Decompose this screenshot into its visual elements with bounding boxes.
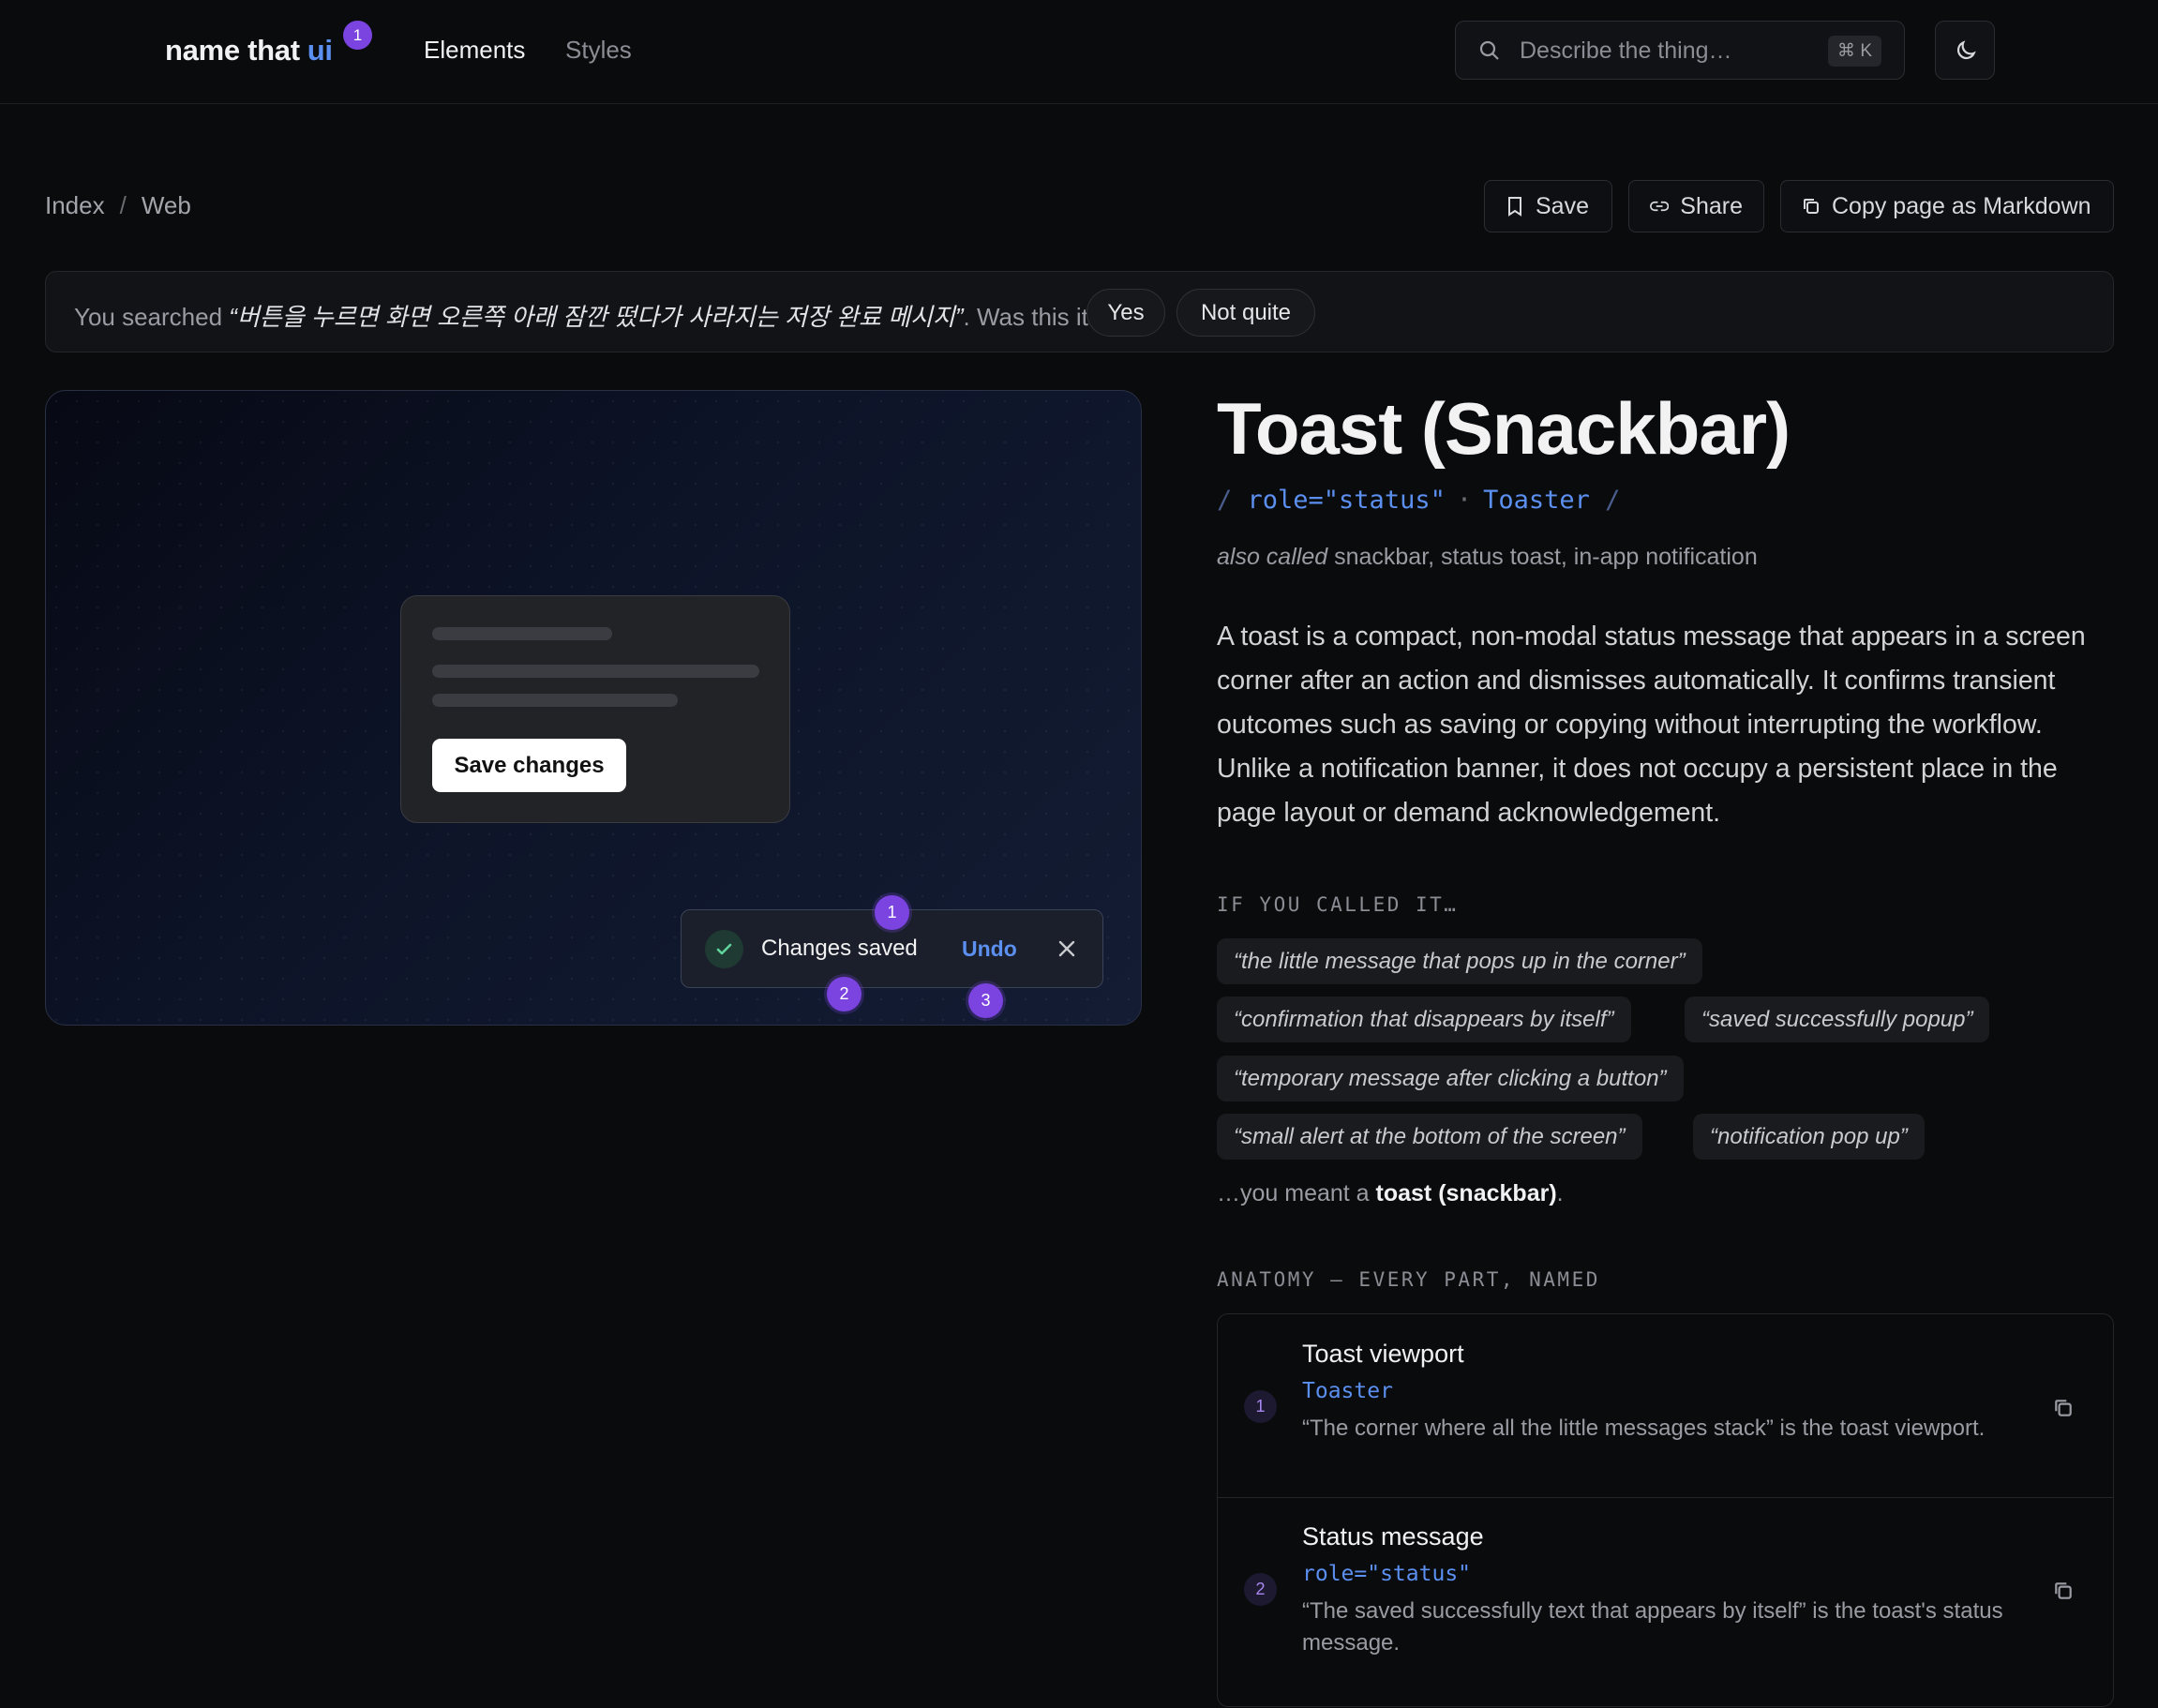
element-component: Toaster [1483,486,1590,515]
anatomy-number: 2 [1244,1573,1277,1606]
toast-undo-button[interactable]: Undo [962,936,1017,962]
phrase-chip: “saved successfully popup” [1685,996,1990,1042]
top-navigation: name that ui 1 Elements Styles Describe t… [0,0,2158,104]
nav-styles[interactable]: Styles [565,36,632,65]
share-button[interactable]: Share [1628,180,1764,232]
meant-prefix: …you meant a [1217,1180,1376,1206]
phrase-chip: “the little message that pops up in the … [1217,938,1702,984]
theme-toggle-button[interactable] [1935,21,1995,80]
anatomy-pin[interactable]: 2 [827,977,862,1011]
element-role: role="status" [1247,486,1446,515]
search-feedback-text: You searched “버튼을 누르면 화면 오른쪽 아래 잠깐 떴다가 사… [74,298,1101,333]
anatomy-item: 2 Status message role="status" “The save… [1218,1498,2113,1708]
close-icon[interactable] [1057,938,1077,959]
nav-elements[interactable]: Elements [424,36,525,65]
search-query: “버튼을 누르면 화면 오른쪽 아래 잠깐 떴다가 사라지는 저장 완료 메시지… [229,303,964,331]
anatomy-code: Toaster [1302,1379,1393,1403]
copy-icon [1804,199,1819,214]
phrase-chip: “confirmation that disappears by itself” [1217,996,1631,1042]
search-icon [1479,40,1499,60]
anatomy-note: “The corner where all the little message… [1302,1416,1986,1441]
anatomy-number: 1 [1244,1390,1277,1423]
logo[interactable]: name that ui [165,34,333,67]
logo-text: name that [165,34,300,67]
also-called-list: snackbar, status toast, in-app notificat… [1334,544,1758,570]
meant-term: toast (snackbar) [1375,1180,1557,1206]
placeholder-line [432,665,759,678]
search-placeholder: Describe the thing… [1520,37,1732,64]
phrase-chip: “small alert at the bottom of the screen… [1217,1114,1642,1160]
feedback-not-quite-button[interactable]: Not quite [1176,289,1315,337]
called-it-heading: IF YOU CALLED IT… [1217,893,1459,916]
copy-markdown-label: Copy page as Markdown [1832,192,2091,219]
phrase-chip: “notification pop up” [1693,1114,1925,1160]
feedback-prefix: You searched [74,303,230,331]
anatomy-pin[interactable]: 1 [875,895,909,930]
share-label: Share [1680,192,1743,219]
meant-suffix: . [1556,1180,1564,1206]
save-label: Save [1536,192,1589,219]
search-input[interactable]: Describe the thing… ⌘ K [1455,21,1905,80]
feedback-yes-button[interactable]: Yes [1086,289,1165,337]
page-title: Toast (Snackbar) [1217,387,1791,470]
check-icon [705,930,743,968]
copy-icon[interactable] [2053,1398,2074,1418]
breadcrumb-web[interactable]: Web [142,191,191,219]
save-changes-button[interactable]: Save changes [432,739,626,792]
search-feedback-bar: You searched “버튼을 누르면 화면 오른쪽 아래 잠깐 떴다가 사… [45,271,2114,352]
anatomy-list: 1 Toast viewport Toaster “The corner whe… [1217,1313,2114,1707]
logo-badge: 1 [343,21,372,50]
element-preview: Save changes Changes saved Undo 1 2 3 [45,390,1142,1026]
element-description: A toast is a compact, non-modal status m… [1217,622,2086,828]
anatomy-item: 1 Toast viewport Toaster “The corner whe… [1218,1314,2113,1497]
anatomy-pin[interactable]: 3 [968,983,1003,1018]
copy-icon[interactable] [2053,1581,2074,1601]
bookmark-icon [1508,197,1521,217]
copy-markdown-button[interactable]: Copy page as Markdown [1780,180,2114,232]
toast-message: Changes saved [761,936,918,961]
placeholder-line [432,627,612,640]
anatomy-name: Status message [1302,1522,1484,1551]
also-called: also called snackbar, status toast, in-a… [1217,544,1758,571]
code-slash: / [1217,486,1248,515]
save-button[interactable]: Save [1484,180,1612,232]
element-code-line: / role="status" · Toaster / [1217,486,1620,515]
moon-icon [1956,40,1976,60]
placeholder-line [432,694,678,707]
anatomy-name: Toast viewport [1302,1340,1464,1368]
breadcrumb: Index / Web [45,191,191,220]
anatomy-note: “The saved successfully text that appear… [1302,1598,2003,1656]
link-icon [1650,201,1670,212]
logo-accent: ui [307,34,333,67]
you-meant-line: …you meant a toast (snackbar). [1217,1180,1564,1207]
phrase-chip: “temporary message after clicking a butt… [1217,1056,1684,1101]
code-dot: · [1456,486,1473,515]
mock-card: Save changes [400,595,790,823]
search-shortcut: ⌘ K [1828,36,1881,67]
breadcrumb-separator: / [119,191,127,219]
anatomy-heading: ANATOMY — EVERY PART, NAMED [1217,1268,1600,1291]
code-slash: / [1589,486,1621,515]
anatomy-code: role="status" [1302,1562,1472,1586]
feedback-suffix: . Was this it? [963,303,1102,331]
also-called-label: also called [1217,544,1328,570]
breadcrumb-index[interactable]: Index [45,191,105,219]
